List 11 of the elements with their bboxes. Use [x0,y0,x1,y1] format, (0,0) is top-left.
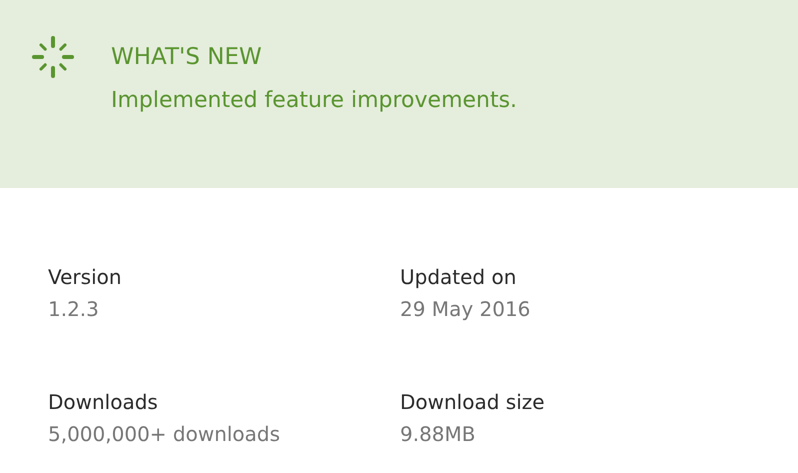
detail-value: 1.2.3 [48,296,100,323]
whats-new-title: WHAT'S NEW [111,43,263,72]
detail-value: 29 May 2016 [400,296,532,323]
detail-label: Version [48,264,123,291]
sparkle-icon [31,35,75,79]
detail-value: 9.88MB [400,421,477,448]
detail-label: Download size [400,389,546,416]
detail-label: Updated on [400,264,518,291]
whats-new-text: Implemented feature improvements. [111,87,518,115]
detail-value: 5,000,000+ downloads [48,421,282,448]
detail-label: Downloads [48,389,159,416]
